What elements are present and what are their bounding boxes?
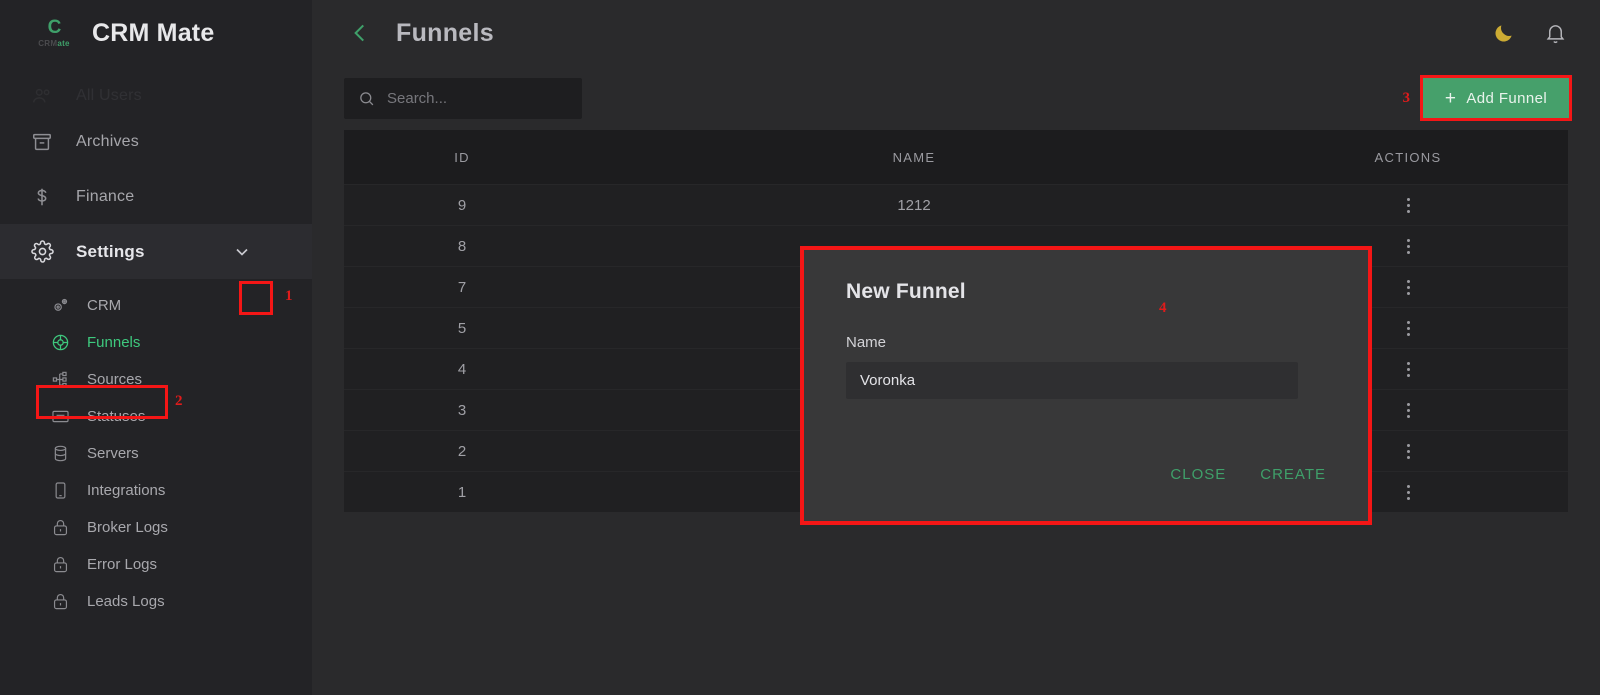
logo-subtext: CRMate bbox=[38, 40, 70, 48]
search-box[interactable] bbox=[344, 77, 582, 119]
cell-id: 9 bbox=[457, 196, 467, 214]
add-funnel-button[interactable]: + Add Funnel bbox=[1423, 78, 1569, 118]
sidebar-item-archives[interactable]: Archives bbox=[0, 114, 312, 169]
sidebar-nav: All Users Archives Finance Settings CRM … bbox=[0, 78, 312, 620]
name-field-input[interactable] bbox=[846, 362, 1298, 399]
users-icon bbox=[30, 84, 54, 108]
column-header-id: ID bbox=[454, 149, 470, 165]
sidebar-item-funnels[interactable]: Funnels bbox=[0, 324, 312, 361]
sidebar-sub-label: Integrations bbox=[87, 482, 166, 499]
top-header: Funnels bbox=[312, 0, 1600, 66]
annotation-number-4: 4 bbox=[1159, 300, 1167, 316]
logo-sub-green: ate bbox=[57, 39, 70, 48]
archive-icon bbox=[30, 130, 54, 154]
cell-id: 2 bbox=[457, 442, 467, 460]
sidebar-item-broker-logs[interactable]: Broker Logs bbox=[0, 509, 312, 546]
toolbar-right: 3 + Add Funnel bbox=[1402, 75, 1572, 121]
sidebar-item-error-logs[interactable]: Error Logs bbox=[0, 546, 312, 583]
device-icon bbox=[50, 481, 70, 501]
modal-title: New Funnel bbox=[846, 280, 966, 303]
search-input[interactable] bbox=[387, 89, 568, 107]
cell-id: 3 bbox=[457, 401, 467, 419]
table-row[interactable]: 9 1212 bbox=[344, 184, 1568, 225]
three-dots-vertical-icon[interactable] bbox=[1248, 197, 1568, 213]
logo-sub-grey: CRM bbox=[38, 39, 58, 48]
sidebar-sub-label: Sources bbox=[87, 371, 143, 388]
annotation-number-1: 1 bbox=[285, 288, 293, 304]
sidebar-item-statuses[interactable]: Statuses bbox=[0, 398, 312, 435]
cell-id: 8 bbox=[457, 237, 467, 255]
settings-submenu: CRM Funnels Sources Statuses Servers Int… bbox=[0, 287, 312, 620]
close-button[interactable]: CLOSE bbox=[1170, 466, 1226, 483]
app-root: C CRMate CRM Mate All Users Archives Fin… bbox=[0, 0, 1600, 695]
crmate-logo-icon: C CRMate bbox=[30, 12, 78, 54]
new-funnel-modal-annotation-box: New Funnel 4 Name CLOSE CREATE bbox=[800, 246, 1372, 525]
sidebar-item-all-users[interactable]: All Users bbox=[0, 78, 312, 114]
page-title: Funnels bbox=[396, 18, 494, 47]
add-funnel-annotation-box: + Add Funnel bbox=[1420, 75, 1572, 121]
plus-icon: + bbox=[1444, 87, 1457, 109]
sitemap-icon bbox=[50, 370, 70, 390]
settings-chevron-down-icon[interactable] bbox=[229, 239, 255, 265]
sidebar-sub-label: Error Logs bbox=[87, 556, 158, 573]
cell-id: 4 bbox=[457, 360, 467, 378]
cell-id: 7 bbox=[457, 278, 467, 296]
sidebar-item-label: Archives bbox=[76, 132, 139, 150]
annotation-number-3: 3 bbox=[1402, 89, 1411, 106]
cell-id: 5 bbox=[457, 319, 467, 337]
brand-title: CRM Mate bbox=[92, 18, 215, 47]
column-header-name: NAME bbox=[892, 149, 936, 165]
sidebar-sub-label: CRM bbox=[87, 297, 122, 314]
table-header-row: ID NAME ACTIONS bbox=[344, 130, 1568, 184]
chevron-left-icon[interactable] bbox=[344, 17, 376, 49]
sidebar-item-integrations[interactable]: Integrations bbox=[0, 472, 312, 509]
lock-icon bbox=[50, 592, 70, 612]
sidebar-sub-label: Leads Logs bbox=[87, 593, 165, 610]
annotation-number-2: 2 bbox=[175, 393, 183, 409]
sidebar-sub-label: Servers bbox=[87, 445, 139, 462]
column-header-actions: ACTIONS bbox=[1374, 149, 1442, 165]
main-content: Funnels Search... 3 + Add Funnel ID NAME… bbox=[312, 0, 1600, 695]
moon-icon[interactable] bbox=[1486, 16, 1520, 50]
modal-actions: CLOSE CREATE bbox=[1170, 466, 1326, 483]
funnel-ring-icon bbox=[50, 333, 70, 353]
name-field-label: Name bbox=[846, 334, 887, 351]
dollar-icon bbox=[30, 185, 54, 209]
gear-icon bbox=[30, 240, 54, 264]
sidebar-sub-label: Funnels bbox=[87, 334, 141, 351]
cell-actions bbox=[1248, 197, 1568, 213]
sidebar-item-label: Settings bbox=[76, 241, 145, 261]
sidebar-sub-label: Statuses bbox=[87, 408, 146, 425]
database-icon bbox=[50, 444, 70, 464]
sidebar-item-finance[interactable]: Finance bbox=[0, 169, 312, 224]
sidebar-item-leads-logs[interactable]: Leads Logs bbox=[0, 583, 312, 620]
cell-id: 1 bbox=[457, 483, 467, 501]
logo-c-mark: C bbox=[47, 17, 62, 38]
brand[interactable]: C CRMate CRM Mate bbox=[0, 0, 312, 66]
cell-name: 1212 bbox=[897, 196, 931, 214]
lock-icon bbox=[50, 555, 70, 575]
sidebar-item-sources[interactable]: Sources bbox=[0, 361, 312, 398]
new-funnel-modal: New Funnel 4 Name CLOSE CREATE bbox=[804, 250, 1368, 521]
sidebar-sub-label: Broker Logs bbox=[87, 519, 168, 536]
sidebar: C CRMate CRM Mate All Users Archives Fin… bbox=[0, 0, 312, 695]
add-funnel-label: Add Funnel bbox=[1466, 89, 1548, 107]
create-button[interactable]: CREATE bbox=[1260, 466, 1326, 483]
sidebar-item-label: All Users bbox=[76, 87, 142, 104]
sidebar-item-label: Finance bbox=[76, 187, 135, 205]
card-icon bbox=[50, 407, 70, 427]
toolbar: 3 + Add Funnel bbox=[312, 66, 1600, 130]
sidebar-item-crm[interactable]: CRM bbox=[0, 287, 312, 324]
sidebar-item-settings[interactable]: Settings bbox=[0, 224, 312, 279]
sidebar-item-servers[interactable]: Servers bbox=[0, 435, 312, 472]
search-icon bbox=[358, 90, 375, 107]
gears-icon bbox=[50, 296, 70, 316]
bell-icon[interactable] bbox=[1538, 16, 1572, 50]
lock-icon bbox=[50, 518, 70, 538]
